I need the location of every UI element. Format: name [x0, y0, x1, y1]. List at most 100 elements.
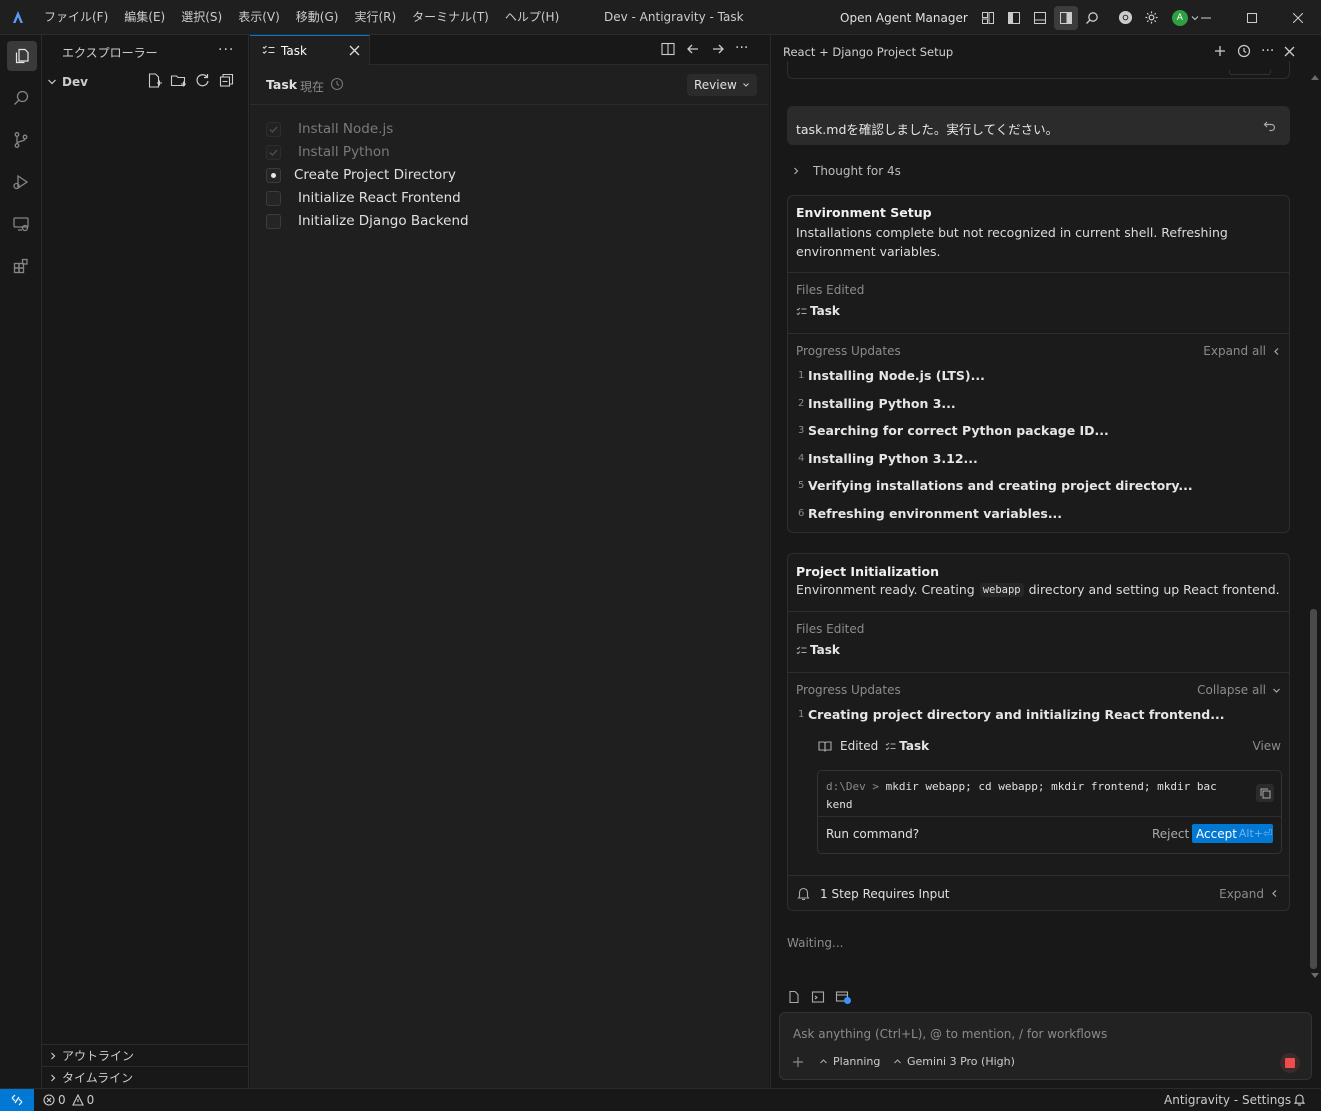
progress-steps: 1 Installing Node.js (LTS)... 2 Installing …: [788, 362, 1289, 527]
more-options-icon[interactable]: ···: [1261, 44, 1274, 58]
chevron-down-icon: [742, 81, 750, 89]
split-editor-icon[interactable]: [660, 41, 676, 57]
task-checkbox[interactable]: [266, 167, 281, 183]
terminal-context-icon[interactable]: [811, 990, 825, 1004]
requires-input-label: 1 Step Requires Input: [820, 886, 950, 901]
toggle-panel-icon[interactable]: [1028, 6, 1052, 30]
edited-row: Edited Task View: [818, 739, 1281, 753]
command-line-2: kend: [826, 798, 853, 811]
notifications-bell-icon[interactable]: [1293, 1093, 1306, 1106]
card-title: Environment Setup: [796, 205, 932, 220]
chevron-down-icon: [46, 76, 58, 88]
collapse-all-icon[interactable]: [218, 72, 235, 89]
step-label: Installing Python 3.12...: [808, 450, 978, 466]
menu-item[interactable]: 表示(V): [230, 0, 288, 35]
explorer-icon[interactable]: [0, 35, 42, 77]
task-checkbox[interactable]: [266, 144, 281, 160]
step-number: 1: [798, 370, 805, 382]
toggle-sidebar-icon[interactable]: [1002, 6, 1026, 30]
mode-selector[interactable]: Planning: [819, 1055, 880, 1068]
expand-all-button[interactable]: Expand all: [1203, 344, 1281, 358]
open-agent-manager-button[interactable]: Open Agent Manager: [840, 11, 968, 25]
model-selector[interactable]: Gemini 3 Pro (High): [893, 1055, 1015, 1068]
problems-indicator[interactable]: 0 0: [43, 1093, 94, 1107]
new-conversation-icon[interactable]: [1213, 44, 1227, 58]
customize-layout-icon[interactable]: [976, 6, 1000, 30]
extensions-icon[interactable]: [0, 245, 42, 287]
close-tab-icon[interactable]: [349, 45, 360, 56]
reject-button[interactable]: Reject: [1152, 827, 1189, 841]
history-icon[interactable]: [1237, 44, 1251, 58]
outline-section[interactable]: アウトライン: [42, 1044, 249, 1066]
sidebar-more-icon[interactable]: ···: [218, 42, 234, 58]
chevron-right-icon: [48, 1073, 58, 1083]
undo-icon[interactable]: [1263, 119, 1276, 132]
menu-item[interactable]: 選択(S): [173, 0, 230, 35]
run-debug-icon[interactable]: [0, 161, 42, 203]
task-item: Install Python: [266, 142, 390, 162]
chat-input-box[interactable]: Ask anything (Ctrl+L), @ to mention, / f…: [779, 1012, 1312, 1080]
menu-item[interactable]: 実行(R): [346, 0, 404, 35]
timeline-section[interactable]: タイムライン: [42, 1066, 249, 1088]
close-panel-icon[interactable]: [1284, 46, 1295, 57]
edited-file-link[interactable]: Task: [796, 643, 1281, 657]
progress-step: 4 Installing Python 3.12...: [788, 445, 1289, 473]
task-checkbox[interactable]: [266, 213, 281, 229]
accept-button[interactable]: Accept Alt+⏎: [1192, 824, 1273, 843]
thought-toggle[interactable]: Thought for 4s: [791, 164, 901, 178]
menu-item[interactable]: ファイル(F): [36, 0, 116, 35]
more-actions-icon[interactable]: ···: [735, 41, 748, 57]
command-prompt: d:\Dev >: [826, 780, 879, 793]
description-before: Environment ready. Creating: [796, 582, 975, 597]
tab-task[interactable]: Task: [250, 35, 370, 65]
edited-file-link[interactable]: Task: [899, 739, 929, 753]
remote-explorer-icon[interactable]: [0, 203, 42, 245]
new-folder-icon[interactable]: [170, 72, 187, 89]
task-checkbox[interactable]: [266, 190, 281, 206]
source-control-icon[interactable]: [0, 119, 42, 161]
card-description: Installations complete but not recognize…: [796, 225, 1228, 259]
accept-shortcut: Alt+⏎: [1238, 827, 1273, 840]
maximize-button[interactable]: [1229, 0, 1275, 35]
expand-button[interactable]: Expand: [1219, 887, 1279, 901]
toggle-secondary-sidebar-icon[interactable]: [1053, 5, 1078, 30]
refresh-icon[interactable]: [194, 72, 211, 89]
menu-item[interactable]: 編集(E): [116, 0, 173, 35]
view-link[interactable]: View: [1253, 739, 1281, 753]
task-label: Initialize Django Backend: [298, 213, 469, 229]
checklist-icon: [262, 44, 275, 57]
search-view-icon[interactable]: [0, 77, 42, 119]
remote-icon: [11, 1094, 23, 1106]
edited-label: Edited: [840, 739, 879, 753]
collapse-all-button[interactable]: Collapse all: [1197, 683, 1281, 697]
task-header: Task 現在 Review: [250, 65, 769, 105]
minimize-button[interactable]: [1183, 0, 1229, 35]
file-context-icon[interactable]: [787, 990, 801, 1004]
close-window-button[interactable]: [1275, 0, 1321, 35]
progress-updates-label: Progress Updates: [796, 683, 901, 697]
menu-item[interactable]: 移動(G): [288, 0, 347, 35]
search-icon[interactable]: [1080, 6, 1104, 30]
add-context-icon[interactable]: [792, 1056, 804, 1068]
chevron-left-icon: [1272, 347, 1281, 356]
settings-link[interactable]: Antigravity - Settings: [1164, 1093, 1291, 1107]
menu-item[interactable]: ターミナル(T): [404, 0, 497, 35]
review-button[interactable]: Review: [687, 74, 757, 96]
browser-context-icon[interactable]: [835, 990, 851, 1004]
copy-icon[interactable]: [1256, 784, 1274, 802]
step-number: 1: [798, 709, 805, 721]
collapse-all-label: Collapse all: [1197, 683, 1266, 697]
scrollbar[interactable]: [1309, 75, 1319, 985]
remote-indicator[interactable]: [0, 1088, 34, 1111]
chrome-icon[interactable]: [1114, 6, 1138, 30]
edited-file-link[interactable]: Task: [796, 304, 1281, 318]
stop-button[interactable]: [1280, 1053, 1300, 1073]
scrollbar-thumb[interactable]: [1310, 609, 1317, 969]
history-icon[interactable]: [330, 77, 344, 91]
menu-item[interactable]: ヘルプ(H): [497, 0, 567, 35]
task-checkbox[interactable]: [266, 121, 281, 137]
arrow-right-icon[interactable]: [710, 41, 726, 57]
settings-gear-icon[interactable]: [1140, 6, 1164, 30]
new-file-icon[interactable]: [146, 72, 163, 89]
arrow-left-icon[interactable]: [685, 41, 701, 57]
